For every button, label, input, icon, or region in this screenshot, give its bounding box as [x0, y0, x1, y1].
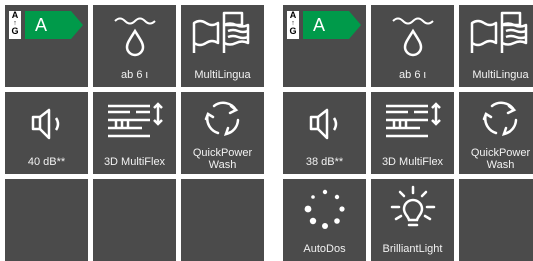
empty-tile — [181, 179, 264, 261]
multilingua-tile: MultiLingua — [181, 5, 264, 87]
tile-label: MultiLingua — [459, 69, 533, 81]
quickpower-tile: QuickPower Wash — [181, 92, 264, 174]
energy-scale-bottom: G — [287, 27, 299, 36]
empty-tile — [93, 179, 176, 261]
brilliant-light-icon — [388, 185, 438, 231]
feature-panel-left: A ↑ G A ab 6 ι — [5, 5, 266, 255]
brilliantlight-tile: BrilliantLight — [371, 179, 454, 261]
energy-class-tile: A ↑ G A — [283, 5, 366, 87]
tile-label: 3D MultiFlex — [371, 156, 454, 168]
tile-label: MultiLingua — [181, 69, 264, 81]
flags-icon — [190, 9, 256, 57]
tile-label: BrilliantLight — [371, 243, 454, 255]
empty-tile — [459, 179, 533, 261]
energy-scale: A ↑ G — [9, 11, 21, 39]
energy-class-tile: A ↑ G A — [5, 5, 88, 87]
energy-grade: A — [35, 14, 47, 36]
autodos-tile: AutoDos — [283, 179, 366, 261]
energy-scale-bottom: G — [9, 27, 21, 36]
noise-tile: 38 dB** — [283, 92, 366, 174]
energy-label-icon — [25, 11, 85, 39]
energy-label-icon — [303, 11, 363, 39]
energy-grade: A — [313, 14, 325, 36]
flags-icon — [468, 9, 533, 57]
tile-label: ab 6 ι — [371, 69, 454, 81]
noise-tile: 40 dB** — [5, 92, 88, 174]
tile-label: 40 dB** — [5, 156, 88, 168]
tile-label: ab 6 ι — [93, 69, 176, 81]
tile-label: 38 dB** — [283, 156, 366, 168]
water-drop-icon — [110, 13, 160, 58]
autodos-dots-icon — [303, 187, 347, 231]
quickpower-tile: QuickPower Wash — [459, 92, 533, 174]
water-tile: ab 6 ι — [371, 5, 454, 87]
speaker-icon — [27, 106, 67, 142]
basket-adjust-icon — [102, 98, 168, 142]
water-tile: ab 6 ι — [93, 5, 176, 87]
multilingua-tile: MultiLingua — [459, 5, 533, 87]
basket-adjust-icon — [380, 98, 446, 142]
energy-scale-top: A — [287, 11, 299, 20]
tile-label: QuickPower Wash — [181, 147, 264, 171]
quick-wash-cycle-icon — [200, 98, 246, 138]
quick-wash-cycle-icon — [478, 98, 524, 138]
energy-scale: A ↑ G — [287, 11, 299, 39]
speaker-icon — [305, 106, 345, 142]
multiflex-tile: 3D MultiFlex — [371, 92, 454, 174]
water-drop-icon — [388, 13, 438, 58]
tile-label: AutoDos — [283, 243, 366, 255]
multiflex-tile: 3D MultiFlex — [93, 92, 176, 174]
energy-scale-top: A — [9, 11, 21, 20]
tile-label: 3D MultiFlex — [93, 156, 176, 168]
tile-label: QuickPower Wash — [459, 147, 533, 171]
empty-tile — [5, 179, 88, 261]
feature-panel-right: A ↑ G A ab 6 ι — [283, 5, 533, 255]
